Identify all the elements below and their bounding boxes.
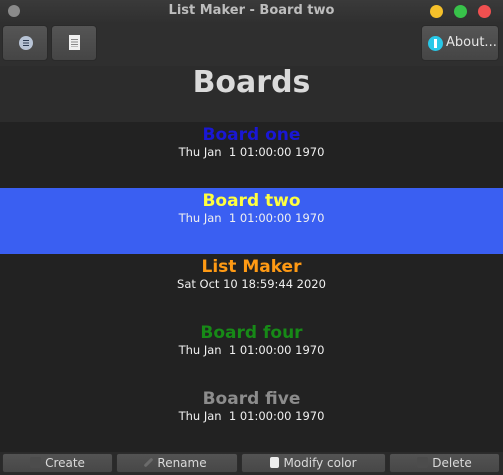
about-button[interactable]: About... bbox=[421, 25, 499, 61]
trash-icon bbox=[417, 457, 429, 468]
delete-button[interactable]: Delete bbox=[389, 453, 500, 473]
board-item-list-maker[interactable]: List Maker Sat Oct 10 18:59:44 2020 bbox=[0, 254, 503, 320]
boards-list: Board one Thu Jan 1 01:00:00 1970 Board … bbox=[0, 122, 503, 452]
board-item-board-two[interactable]: Board two Thu Jan 1 01:00:00 1970 bbox=[0, 188, 503, 254]
create-label: Create bbox=[45, 456, 85, 470]
title-bar: List Maker - Board two bbox=[0, 0, 503, 22]
document-button[interactable] bbox=[51, 25, 97, 61]
board-name: Board two bbox=[202, 191, 301, 211]
color-icon bbox=[270, 457, 280, 468]
hamburger-menu-icon bbox=[19, 36, 33, 50]
board-name: Board five bbox=[202, 389, 301, 409]
board-item-board-four[interactable]: Board four Thu Jan 1 01:00:00 1970 bbox=[0, 320, 503, 386]
board-date: Thu Jan 1 01:00:00 1970 bbox=[178, 145, 325, 159]
board-name: Board four bbox=[200, 323, 303, 343]
page-title: Boards bbox=[192, 65, 311, 100]
toolbar: About... bbox=[0, 22, 503, 66]
board-date: Sat Oct 10 18:59:44 2020 bbox=[177, 277, 326, 291]
board-name: Board one bbox=[202, 125, 301, 145]
info-icon bbox=[428, 36, 443, 51]
board-item-board-five[interactable]: Board five Thu Jan 1 01:00:00 1970 bbox=[0, 386, 503, 452]
document-icon bbox=[69, 35, 80, 50]
close-button[interactable] bbox=[478, 5, 491, 18]
rename-button[interactable]: Rename bbox=[116, 453, 238, 473]
maximize-button[interactable] bbox=[454, 5, 467, 18]
board-name: List Maker bbox=[201, 257, 302, 277]
board-date: Thu Jan 1 01:00:00 1970 bbox=[178, 343, 325, 357]
board-date: Thu Jan 1 01:00:00 1970 bbox=[178, 409, 325, 423]
board-date: Thu Jan 1 01:00:00 1970 bbox=[178, 211, 325, 225]
about-label: About... bbox=[446, 35, 497, 50]
boards-header: Boards bbox=[0, 66, 503, 122]
pencil-icon bbox=[143, 457, 154, 468]
minimize-button[interactable] bbox=[430, 5, 443, 18]
rename-label: Rename bbox=[157, 456, 207, 470]
app-window: List Maker - Board two About... Boards B… bbox=[0, 0, 503, 475]
create-button[interactable]: Create bbox=[2, 453, 113, 473]
modify-color-label: Modify color bbox=[283, 456, 357, 470]
board-item-board-one[interactable]: Board one Thu Jan 1 01:00:00 1970 bbox=[0, 122, 503, 188]
action-bar: Create Rename Modify color Delete bbox=[0, 452, 503, 475]
delete-label: Delete bbox=[432, 456, 472, 470]
window-title: List Maker - Board two bbox=[168, 3, 335, 18]
new-icon bbox=[30, 457, 42, 468]
menu-button[interactable] bbox=[2, 25, 48, 61]
modify-color-button[interactable]: Modify color bbox=[241, 453, 386, 473]
